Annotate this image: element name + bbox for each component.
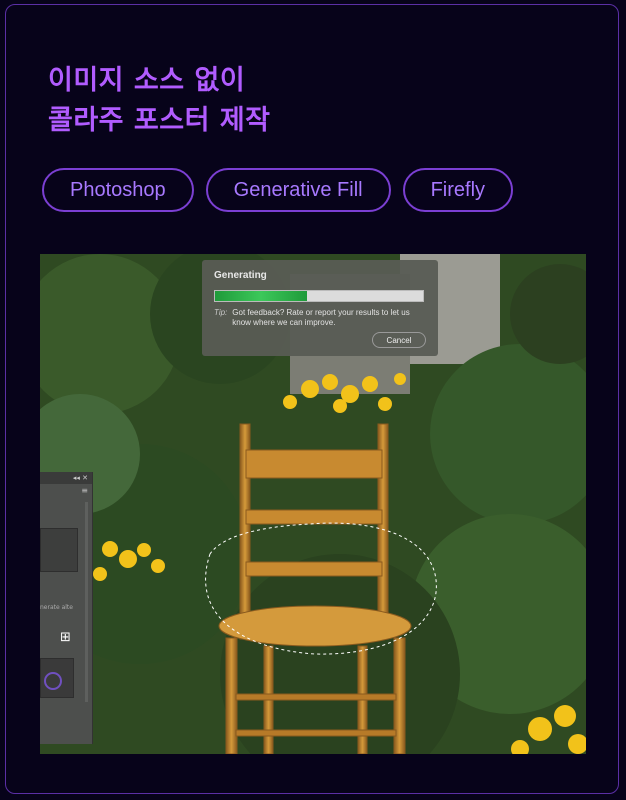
menu-icon[interactable]: ≡ [81, 486, 88, 495]
tag-firefly[interactable]: Firefly [402, 168, 514, 212]
progress-fill [215, 291, 307, 301]
grid-view-icon[interactable]: ⊞ [60, 630, 71, 645]
variation-thumbnail[interactable] [40, 528, 78, 572]
screenshot-image: Generating Tip: Got feedback? Rate or re… [40, 254, 586, 754]
panel-header: ◂◂ ✕ [40, 472, 92, 484]
loading-spinner-icon [44, 672, 62, 690]
headline: 이미지 소스 없이 콜라주 포스터 제작 [48, 61, 271, 141]
tip-text: Got feedback? Rate or report your result… [232, 308, 410, 327]
tag-photoshop[interactable]: Photoshop [42, 168, 194, 212]
headline-line-1: 이미지 소스 없이 [48, 65, 246, 96]
tip: Tip: Got feedback? Rate or report your r… [214, 308, 426, 328]
tag-generative-fill[interactable]: Generative Fill [205, 168, 391, 212]
progress-bar [214, 290, 424, 302]
tag-list: Photoshop Generative Fill Firefly [42, 168, 514, 212]
panel-scrollbar[interactable] [85, 502, 88, 702]
headline-line-2: 콜라주 포스터 제작 [48, 105, 271, 136]
panel-controls[interactable]: ◂◂ ✕ [73, 472, 88, 484]
generate-label: nerate alte [40, 604, 73, 611]
generating-dialog: Generating Tip: Got feedback? Rate or re… [202, 260, 438, 356]
cancel-button[interactable]: Cancel [372, 332, 426, 348]
properties-panel: ◂◂ ✕ ≡ nerate alte ⊞ [40, 472, 93, 744]
dialog-title: Generating [214, 270, 267, 281]
tip-label: Tip: [214, 308, 228, 317]
